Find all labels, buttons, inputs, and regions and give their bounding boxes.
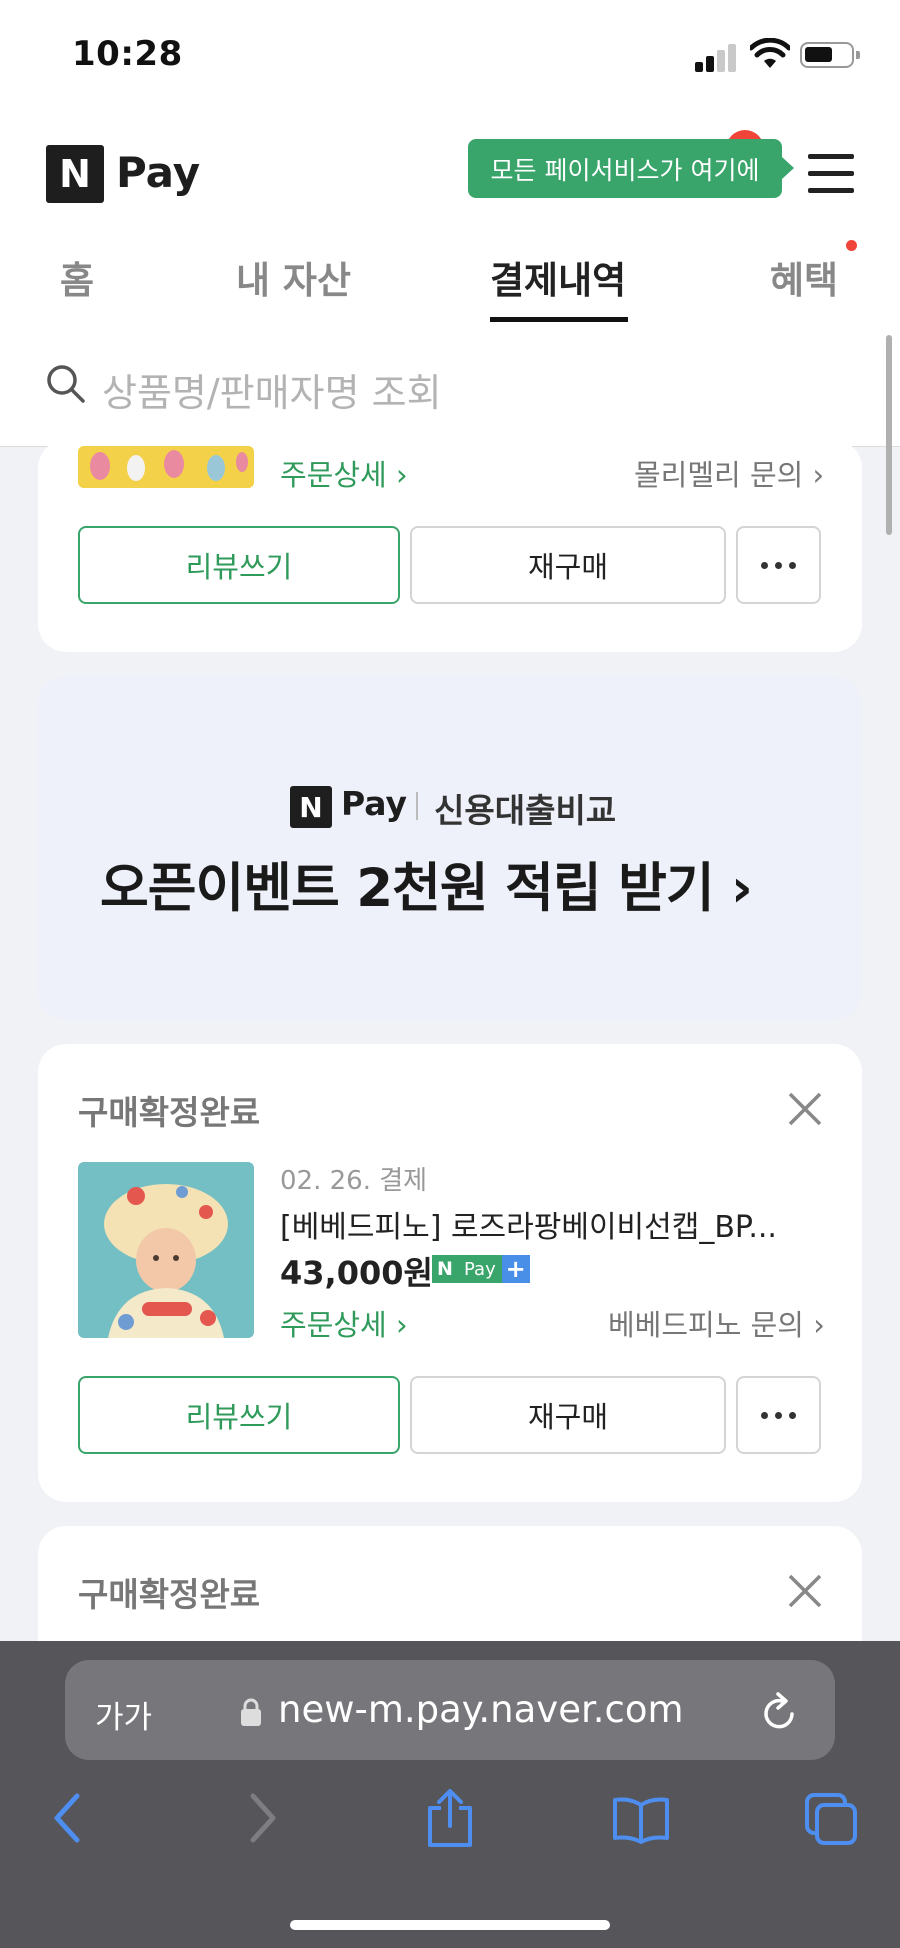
tab-bar: [0, 230, 900, 330]
forward-icon[interactable]: [248, 1790, 278, 1846]
more-dots-icon: [761, 1411, 796, 1419]
banner-pay-text: Pay: [341, 784, 408, 823]
wifi-icon: [750, 38, 790, 68]
close-icon[interactable]: [786, 1090, 824, 1128]
payment-date: 02. 26. 결제: [280, 1166, 428, 1196]
close-icon[interactable]: [786, 1572, 824, 1610]
banner-headline: 오픈이벤트 2천원 적립 받기 ›: [100, 858, 753, 919]
reader-options-button[interactable]: 가가: [95, 1692, 152, 1737]
banner-npay-logo: N: [290, 786, 332, 828]
tabs-icon[interactable]: [804, 1792, 858, 1846]
search-icon: [47, 365, 85, 403]
seller-inquiry-link[interactable]: 몰리멜리 문의 ›: [634, 452, 824, 494]
product-thumbnail-1[interactable]: [78, 446, 254, 488]
order-detail-link[interactable]: 주문상세 ›: [280, 1302, 408, 1344]
benefits-new-dot: [846, 240, 857, 251]
reload-icon[interactable]: [760, 1690, 800, 1734]
more-dots-icon: [761, 561, 796, 569]
plus-icon: +: [501, 1255, 530, 1283]
order-status: 구매확정완료: [78, 1093, 261, 1132]
more-options-button[interactable]: [736, 526, 821, 604]
lock-icon: [241, 1698, 261, 1726]
banner-divider: [416, 792, 418, 820]
npay-plus-badge: N Pay +: [432, 1255, 530, 1283]
npay-badge-text: Pay: [458, 1255, 502, 1283]
npay-logo[interactable]: N: [46, 145, 104, 203]
back-icon[interactable]: [52, 1790, 82, 1846]
search-input[interactable]: 상품명/판매자명 조회: [102, 362, 442, 417]
banner-subtitle: 신용대출비교: [434, 791, 617, 830]
product-name[interactable]: [베베드피노] 로즈라팡베이비선캡_BP...: [280, 1202, 777, 1246]
product-thumbnail-2[interactable]: [78, 1162, 254, 1338]
tab-payment-history[interactable]: 결제내역: [490, 250, 626, 304]
battery-icon: [800, 42, 860, 68]
url-text[interactable]: new-m.pay.naver.com: [278, 1688, 684, 1731]
services-tooltip[interactable]: 모든 페이서비스가 여기에: [468, 139, 794, 198]
npay-logo-text[interactable]: Pay: [116, 148, 200, 197]
tab-benefits[interactable]: 혜택: [770, 250, 838, 304]
more-options-button[interactable]: [736, 1376, 821, 1454]
home-indicator: [290, 1920, 610, 1930]
order-status: 구매확정완료: [78, 1575, 261, 1614]
tab-home[interactable]: 홈: [60, 250, 94, 304]
scrollbar[interactable]: [886, 335, 892, 535]
active-tab-indicator: [490, 317, 628, 322]
review-button[interactable]: 리뷰쓰기: [78, 526, 400, 604]
bookmarks-icon[interactable]: [612, 1796, 670, 1844]
product-price: 43,000원: [280, 1254, 433, 1292]
seller-inquiry-link[interactable]: 베베드피노 문의 ›: [608, 1302, 825, 1344]
npay-badge-logo: N: [432, 1255, 458, 1283]
rebuy-button[interactable]: 재구매: [410, 1376, 726, 1454]
menu-icon[interactable]: [808, 154, 854, 194]
cellular-signal-icon: [695, 42, 737, 72]
order-detail-link[interactable]: 주문상세 ›: [280, 452, 408, 494]
status-time: 10:28: [72, 34, 183, 74]
review-button[interactable]: 리뷰쓰기: [78, 1376, 400, 1454]
rebuy-button[interactable]: 재구매: [410, 526, 726, 604]
share-icon[interactable]: [426, 1788, 474, 1848]
tab-my-assets[interactable]: 내 자산: [236, 250, 351, 304]
